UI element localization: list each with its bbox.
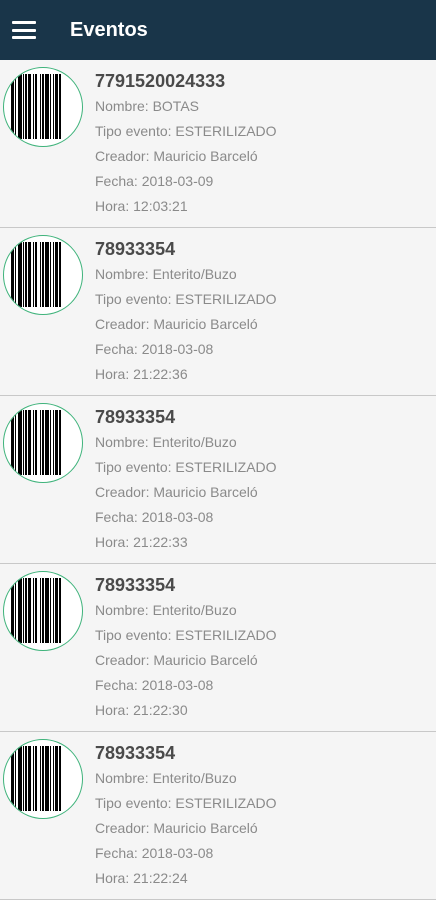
event-code: 78933354: [95, 239, 176, 259]
event-date: Fecha: 2018-03-08: [95, 845, 214, 861]
event-creator: Creador: Mauricio Barceló: [95, 316, 258, 332]
event-time: Hora: 21:22:36: [95, 366, 188, 382]
event-type: Tipo evento: ESTERILIZADO: [95, 123, 277, 139]
event-date: Fecha: 2018-03-09: [95, 173, 214, 189]
list-item-text: 78933354 Nombre: Enterito/Buzo Tipo even…: [95, 572, 428, 723]
barcode-icon: [3, 571, 83, 651]
list-item-text: 7791520024333 Nombre: BOTAS Tipo evento:…: [95, 68, 428, 219]
event-code: 78933354: [95, 575, 176, 595]
app-bar: Eventos: [0, 0, 436, 60]
event-type: Tipo evento: ESTERILIZADO: [95, 459, 277, 475]
event-type: Tipo evento: ESTERILIZADO: [95, 291, 277, 307]
event-creator: Creador: Mauricio Barceló: [95, 148, 258, 164]
barcode-icon: [3, 739, 83, 819]
event-code: 78933354: [95, 407, 176, 427]
menu-icon[interactable]: [12, 21, 36, 39]
page-title: Eventos: [70, 18, 148, 41]
list-item[interactable]: 78933354 Nombre: Enterito/Buzo Tipo even…: [0, 228, 436, 396]
event-date: Fecha: 2018-03-08: [95, 509, 214, 525]
event-time: Hora: 21:22:33: [95, 534, 188, 550]
list-item[interactable]: 78933354 Nombre: Enterito/Buzo Tipo even…: [0, 564, 436, 732]
event-time: Hora: 21:22:24: [95, 870, 188, 886]
menu-icon-bar: [12, 21, 36, 24]
barcode-icon: [3, 403, 83, 483]
menu-icon-bar: [12, 28, 36, 32]
event-name: Nombre: Enterito/Buzo: [95, 602, 237, 618]
event-date: Fecha: 2018-03-08: [95, 341, 214, 357]
event-name: Nombre: Enterito/Buzo: [95, 434, 237, 450]
event-time: Hora: 12:03:21: [95, 198, 188, 214]
event-code: 78933354: [95, 743, 176, 763]
event-creator: Creador: Mauricio Barceló: [95, 652, 258, 668]
event-type: Tipo evento: ESTERILIZADO: [95, 795, 277, 811]
barcode-icon: [3, 235, 83, 315]
list-item-text: 78933354 Nombre: Enterito/Buzo Tipo even…: [95, 740, 428, 891]
menu-icon-bar: [12, 36, 36, 39]
list-item[interactable]: 7791520024333 Nombre: BOTAS Tipo evento:…: [0, 60, 436, 228]
event-time: Hora: 21:22:30: [95, 702, 188, 718]
list-item-text: 78933354 Nombre: Enterito/Buzo Tipo even…: [95, 236, 428, 387]
event-name: Nombre: BOTAS: [95, 98, 199, 114]
event-list[interactable]: 7791520024333 Nombre: BOTAS Tipo evento:…: [0, 60, 436, 900]
list-item[interactable]: 78933354 Nombre: Enterito/Buzo Tipo even…: [0, 732, 436, 900]
event-name: Nombre: Enterito/Buzo: [95, 770, 237, 786]
event-date: Fecha: 2018-03-08: [95, 677, 214, 693]
list-item[interactable]: 78933354 Nombre: Enterito/Buzo Tipo even…: [0, 396, 436, 564]
event-creator: Creador: Mauricio Barceló: [95, 484, 258, 500]
event-creator: Creador: Mauricio Barceló: [95, 820, 258, 836]
event-code: 7791520024333: [95, 71, 226, 91]
event-type: Tipo evento: ESTERILIZADO: [95, 627, 277, 643]
event-name: Nombre: Enterito/Buzo: [95, 266, 237, 282]
barcode-icon: [3, 67, 83, 147]
list-item-text: 78933354 Nombre: Enterito/Buzo Tipo even…: [95, 404, 428, 555]
